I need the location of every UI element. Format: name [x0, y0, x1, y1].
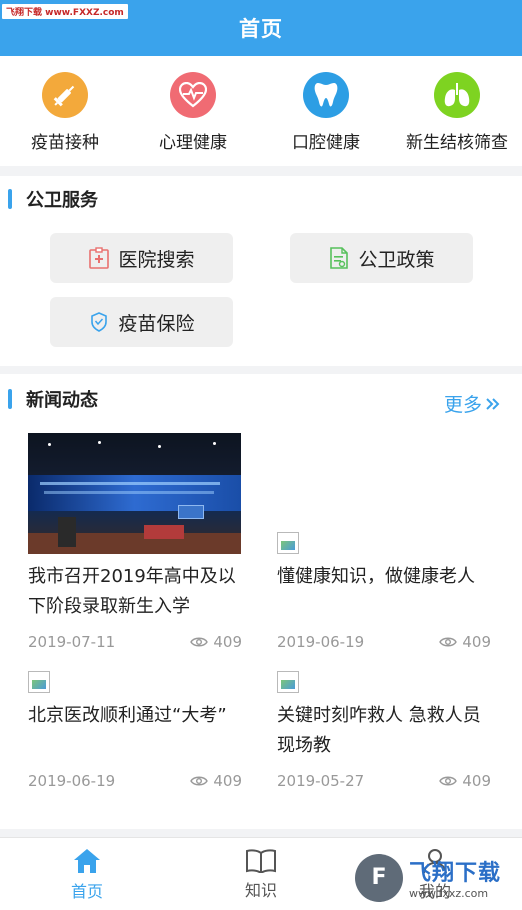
- view-count: 409: [213, 772, 242, 790]
- section-title: 新闻动态: [26, 390, 98, 411]
- shield-icon: [88, 311, 110, 333]
- page-title: 首页: [239, 17, 283, 41]
- news-title: 关键时刻咋救人 急救人员现场教: [277, 705, 481, 756]
- hospital-icon: [88, 247, 110, 269]
- tab-label: 首页: [70, 881, 103, 901]
- home-icon: [73, 848, 101, 874]
- broken-image-icon: [277, 532, 299, 554]
- quick-entry-oral-health[interactable]: 口腔健康: [261, 72, 391, 153]
- news-date: 2019-05-27: [277, 772, 365, 790]
- double-chevron-right-icon: [486, 397, 500, 411]
- tab-home[interactable]: 首页: [0, 838, 174, 910]
- news-views: 409: [190, 633, 242, 651]
- news-meta: 2019-05-27 409: [277, 772, 491, 790]
- view-count: 409: [462, 772, 491, 790]
- service-label: 疫苗保险: [118, 312, 195, 335]
- news-item[interactable]: 北京医改顺利通过“大考” 2019-06-19 409: [28, 671, 248, 801]
- view-count: 409: [462, 633, 491, 651]
- news-section: 新闻动态 更多 我市召开2019年高中及以下阶段录取新生入学 2019-07-1…: [0, 374, 522, 829]
- news-thumbnail: [28, 433, 241, 554]
- document-icon: [328, 247, 350, 269]
- eye-icon: [439, 636, 462, 648]
- news-date: 2019-07-11: [28, 633, 116, 651]
- eye-icon: [439, 775, 462, 787]
- quick-entry-mental-health[interactable]: 心理健康: [128, 72, 258, 153]
- service-label: 医院搜索: [118, 248, 195, 271]
- quick-entry-label: 新生结核筛查: [406, 133, 508, 153]
- lungs-icon: [434, 72, 480, 118]
- fxxz-logo-icon: F: [355, 853, 403, 902]
- news-date: 2019-06-19: [277, 633, 365, 651]
- quick-entry-label: 口腔健康: [292, 133, 360, 153]
- watermark-top: 飞翔下载 www.FXXZ.com: [2, 4, 128, 19]
- news-item[interactable]: 懂健康知识，做健康老人 2019-06-19 409: [277, 532, 497, 662]
- tab-knowledge[interactable]: 知识: [174, 838, 348, 910]
- section-header: 公卫服务: [8, 188, 98, 211]
- section-header: 新闻动态: [8, 388, 98, 411]
- news-views: 409: [190, 772, 242, 790]
- more-label: 更多: [443, 394, 482, 416]
- news-views: 409: [439, 772, 491, 790]
- hospital-search-button[interactable]: 医院搜索: [50, 233, 233, 283]
- news-item[interactable]: 我市召开2019年高中及以下阶段录取新生入学 2019-07-11 409: [28, 433, 248, 663]
- syringe-icon: [42, 72, 88, 118]
- quick-entry-label: 心理健康: [159, 133, 227, 153]
- service-label: 公卫政策: [358, 248, 435, 271]
- news-meta: 2019-06-19 409: [28, 772, 242, 790]
- quick-entry-label: 疫苗接种: [31, 133, 99, 153]
- broken-image-icon: [28, 671, 50, 693]
- heart-pulse-icon: [170, 72, 216, 118]
- section-accent-bar: [8, 389, 12, 409]
- quick-entry-vaccination[interactable]: 疫苗接种: [0, 72, 130, 153]
- public-health-policy-button[interactable]: 公卫政策: [290, 233, 473, 283]
- watermark-url: www.fxxz.com: [409, 887, 489, 900]
- quick-entry-tb-screening[interactable]: 新生结核筛查: [392, 72, 522, 153]
- eye-icon: [190, 636, 213, 648]
- news-title: 北京医改顺利通过“大考”: [28, 705, 227, 726]
- watermark-brand: 飞翔下载: [409, 861, 502, 886]
- book-icon: [246, 848, 276, 873]
- broken-image-icon: [277, 671, 299, 693]
- more-news-link[interactable]: 更多: [444, 390, 500, 417]
- news-title: 懂健康知识，做健康老人: [277, 566, 475, 587]
- tooth-icon: [303, 72, 349, 118]
- tab-label: 知识: [244, 880, 277, 900]
- quick-entry-bar: 疫苗接种 心理健康 口腔健康 新生结核筛查: [0, 56, 522, 166]
- view-count: 409: [213, 633, 242, 651]
- eye-icon: [190, 775, 213, 787]
- news-date: 2019-06-19: [28, 772, 116, 790]
- section-title: 公卫服务: [26, 190, 98, 211]
- news-meta: 2019-06-19 409: [277, 633, 491, 651]
- vaccine-insurance-button[interactable]: 疫苗保险: [50, 297, 233, 347]
- section-accent-bar: [8, 189, 12, 209]
- news-meta: 2019-07-11 409: [28, 633, 242, 651]
- public-health-section: 公卫服务 医院搜索 公卫政策 疫苗保险: [0, 176, 522, 366]
- watermark-logo: F 飞翔下载 www.fxxz.com: [355, 850, 517, 905]
- news-views: 409: [439, 633, 491, 651]
- news-title: 我市召开2019年高中及以下阶段录取新生入学: [28, 566, 236, 617]
- news-item[interactable]: 关键时刻咋救人 急救人员现场教 2019-05-27 409: [277, 671, 497, 801]
